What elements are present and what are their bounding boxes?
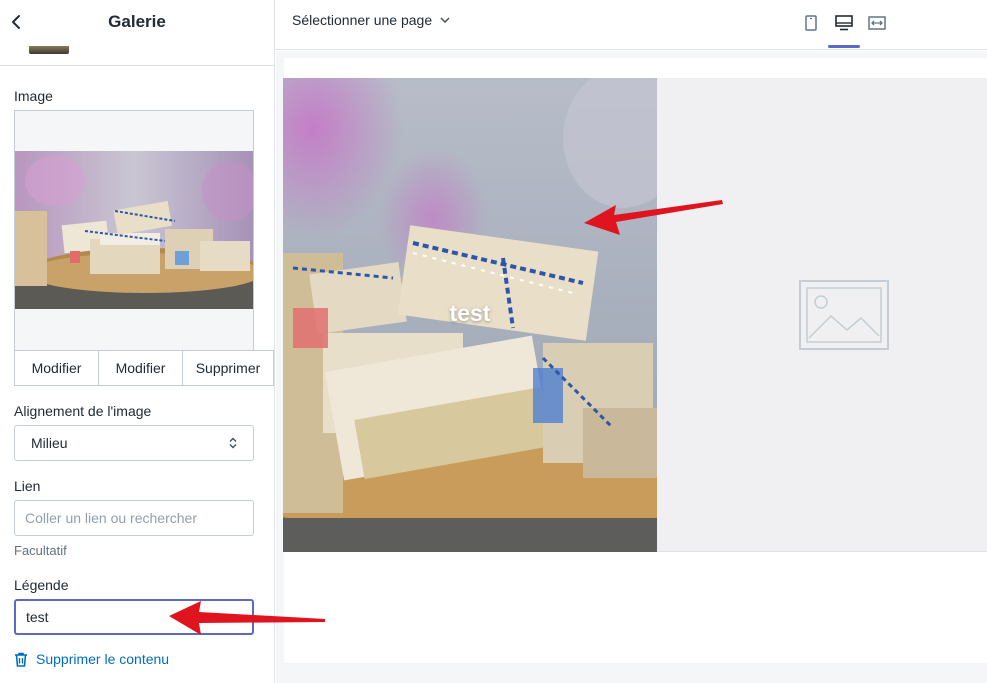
divider: [0, 65, 274, 66]
caption-label: Légende: [14, 577, 69, 593]
alignment-label: Alignement de l'image: [14, 403, 152, 419]
remove-content-label: Supprimer le contenu: [36, 651, 170, 667]
sidebar-title: Galerie: [108, 12, 166, 31]
image-actions: Modifier Modifier Supprimer: [14, 350, 274, 386]
modify-button-2[interactable]: Modifier: [98, 350, 183, 386]
caption-input[interactable]: [14, 599, 254, 635]
link-input[interactable]: [14, 500, 254, 536]
mobile-icon: [805, 15, 817, 31]
mobile-view-button[interactable]: [797, 10, 825, 36]
previous-block-thumbnail: [29, 46, 69, 54]
image-placeholder-icon: [799, 280, 889, 350]
image-preview: [14, 110, 254, 350]
alignment-select[interactable]: Milieu: [14, 425, 254, 461]
image-label: Image: [14, 88, 53, 104]
expand-icon: [868, 16, 886, 30]
sidebar-header: Galerie: [0, 0, 274, 46]
modify-button[interactable]: Modifier: [14, 350, 99, 386]
fullscreen-view-button[interactable]: [863, 10, 891, 36]
remove-content-link[interactable]: Supprimer le contenu: [14, 651, 169, 667]
chevron-down-icon: [440, 17, 450, 23]
link-help-text: Facultatif: [14, 543, 67, 558]
active-view-indicator: [828, 45, 860, 48]
top-bar: Sélectionner une page: [275, 0, 987, 50]
select-arrows-icon: [229, 437, 237, 449]
desktop-icon: [835, 15, 853, 31]
desktop-view-button[interactable]: [830, 10, 858, 36]
alignment-value: Milieu: [31, 435, 68, 451]
image-thumbnail: [15, 151, 253, 309]
page-select-label: Sélectionner une page: [292, 12, 433, 28]
delete-image-button[interactable]: Supprimer: [182, 350, 274, 386]
settings-sidebar: Galerie Image Modifier Modifier Supprime…: [0, 0, 275, 683]
gallery-caption: test: [449, 300, 491, 326]
gallery-placeholder[interactable]: [657, 78, 987, 552]
link-label: Lien: [14, 478, 41, 494]
trash-icon: [15, 652, 27, 667]
page-select[interactable]: Sélectionner une page: [292, 12, 450, 28]
